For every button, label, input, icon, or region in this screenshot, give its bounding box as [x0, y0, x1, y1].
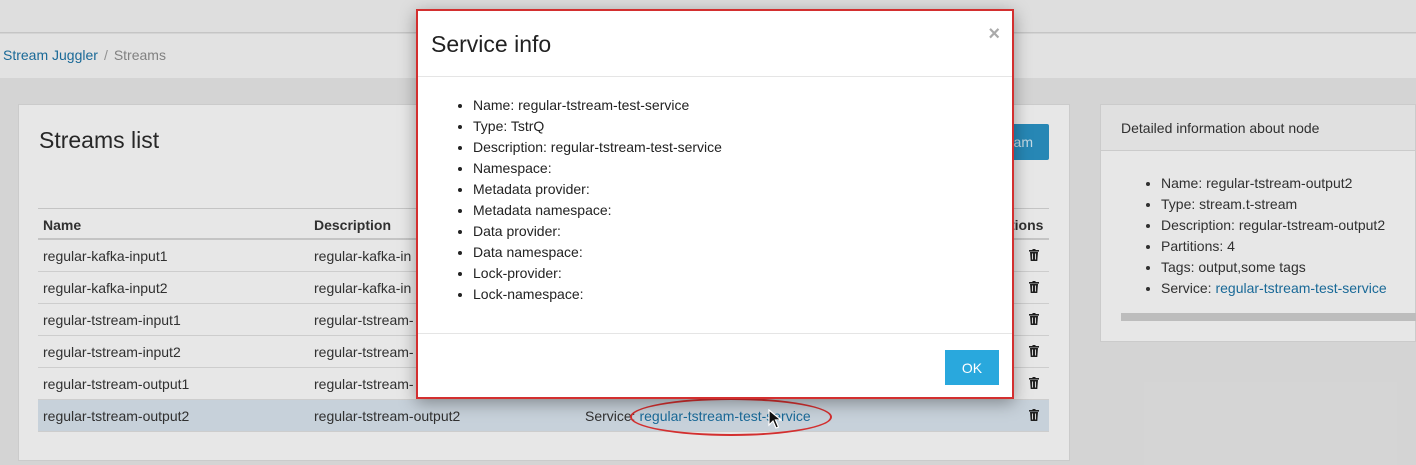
close-icon[interactable]: × — [988, 23, 1000, 46]
mouse-cursor-icon — [768, 409, 782, 429]
modal-footer: OK — [418, 333, 1012, 397]
service-info-item: Metadata namespace: — [473, 200, 722, 221]
service-info-item: Lock-namespace: — [473, 284, 722, 305]
modal-header: Service info × — [418, 11, 1012, 77]
service-info-item: Data namespace: — [473, 242, 722, 263]
service-info-item: Name: regular-tstream-test-service — [473, 95, 722, 116]
service-info-list: Name: regular-tstream-test-serviceType: … — [473, 95, 722, 305]
modal-title: Service info — [431, 31, 552, 57]
modal-body: Name: regular-tstream-test-serviceType: … — [418, 77, 1012, 333]
service-info-modal: Service info × Name: regular-tstream-tes… — [416, 9, 1014, 399]
ok-button[interactable]: OK — [945, 350, 999, 385]
annotation-ellipse — [630, 398, 832, 436]
service-info-item: Namespace: — [473, 158, 722, 179]
service-info-item: Metadata provider: — [473, 179, 722, 200]
service-info-item: Data provider: — [473, 221, 722, 242]
service-info-item: Type: TstrQ — [473, 116, 722, 137]
service-info-item: Lock-provider: — [473, 263, 722, 284]
service-info-item: Description: regular-tstream-test-servic… — [473, 137, 722, 158]
